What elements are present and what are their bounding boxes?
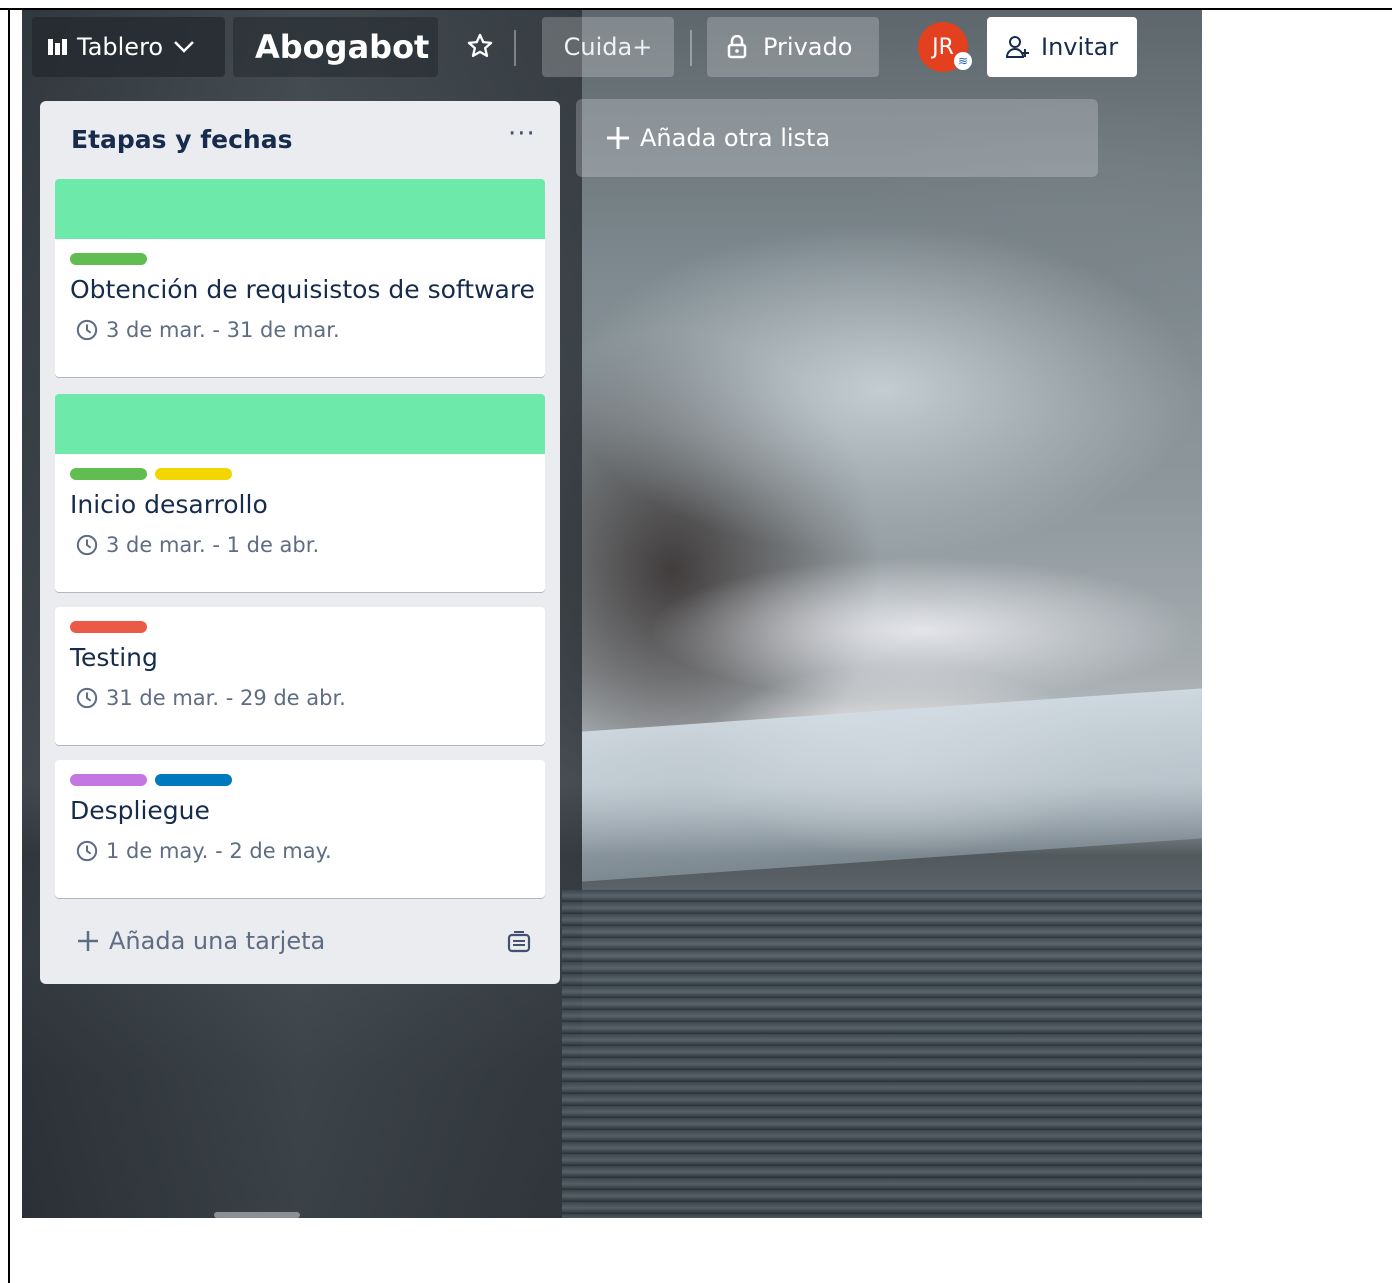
label-red <box>70 621 147 633</box>
card-cover <box>55 394 545 454</box>
label-blue <box>155 774 232 786</box>
invite-button[interactable]: Invitar <box>987 17 1137 77</box>
card-due-date[interactable]: 1 de may. - 2 de may. <box>55 825 545 863</box>
chevron-down-icon <box>174 41 194 53</box>
label-green <box>70 253 147 265</box>
board-view-switcher[interactable]: Tablero <box>32 17 225 77</box>
board-title[interactable]: Abogabot <box>233 17 438 77</box>
visibility-button[interactable]: Privado <box>707 17 879 77</box>
add-card-label: Añada una tarjeta <box>109 927 326 955</box>
card-labels <box>55 607 545 633</box>
clock-icon <box>76 319 98 341</box>
add-user-icon <box>1005 36 1029 58</box>
horizontal-scrollbar[interactable] <box>214 1212 300 1218</box>
background-lake-reflection <box>562 890 1202 1218</box>
card-template-icon[interactable] <box>506 931 532 955</box>
add-list-button[interactable]: Añada otra lista <box>576 99 1098 177</box>
list-title[interactable]: Etapas y fechas <box>71 125 292 154</box>
card-labels <box>55 760 545 786</box>
avatar-initials: JR <box>932 34 954 60</box>
card-cover <box>55 179 545 239</box>
member-avatar[interactable]: JR ≋ <box>918 22 972 72</box>
visibility-label: Privado <box>763 33 853 61</box>
card-title: Inicio desarrollo <box>70 490 268 519</box>
card-title: Testing <box>70 643 158 672</box>
board-view-label: Tablero <box>77 33 164 61</box>
background-snow-shore <box>582 688 1202 882</box>
board-canvas: Tablero Abogabot Cuida+ Privado JR ≋ Inv… <box>22 10 1202 1218</box>
card-due-date[interactable]: 3 de mar. - 31 de mar. <box>55 304 545 342</box>
star-icon[interactable] <box>466 32 494 60</box>
card[interactable]: Obtención de requisistos de software 3 d… <box>55 179 545 377</box>
list-menu-icon[interactable]: ··· <box>508 119 536 149</box>
card-date-text: 3 de mar. - 31 de mar. <box>106 318 340 342</box>
card[interactable]: Testing 31 de mar. - 29 de abr. <box>55 607 545 745</box>
card-labels <box>55 454 545 480</box>
card-date-text: 31 de mar. - 29 de abr. <box>106 686 346 710</box>
card-due-date[interactable]: 3 de mar. - 1 de abr. <box>55 519 545 557</box>
card-labels <box>55 239 545 265</box>
add-card-button[interactable]: Añada una tarjeta <box>77 927 325 955</box>
label-purple <box>70 774 147 786</box>
board-view-icon <box>48 39 67 55</box>
card-due-date[interactable]: 31 de mar. - 29 de abr. <box>55 672 545 710</box>
label-yellow <box>155 468 232 480</box>
card[interactable]: Inicio desarrollo 3 de mar. - 1 de abr. <box>55 394 545 592</box>
card-title: Obtención de requisistos de software <box>70 275 535 304</box>
card-title: Despliegue <box>70 796 210 825</box>
card-date-text: 1 de may. - 2 de may. <box>106 839 332 863</box>
workspace-button[interactable]: Cuida+ <box>542 17 674 77</box>
card[interactable]: Despliegue 1 de may. - 2 de may. <box>55 760 545 898</box>
label-green <box>70 468 147 480</box>
card-date-text: 3 de mar. - 1 de abr. <box>106 533 320 557</box>
plus-icon <box>607 127 629 149</box>
window-border-left <box>8 8 10 1283</box>
clock-icon <box>76 534 98 556</box>
add-list-label: Añada otra lista <box>640 124 831 152</box>
clock-icon <box>76 687 98 709</box>
header-divider <box>514 30 516 66</box>
lock-icon <box>727 35 747 59</box>
plus-icon <box>78 931 98 951</box>
admin-chevron-icon: ≋ <box>954 52 972 70</box>
clock-icon <box>76 840 98 862</box>
invite-label: Invitar <box>1041 33 1119 61</box>
list-etapas-y-fechas: Etapas y fechas ··· Obtención de requisi… <box>40 101 560 984</box>
header-divider <box>690 30 692 66</box>
